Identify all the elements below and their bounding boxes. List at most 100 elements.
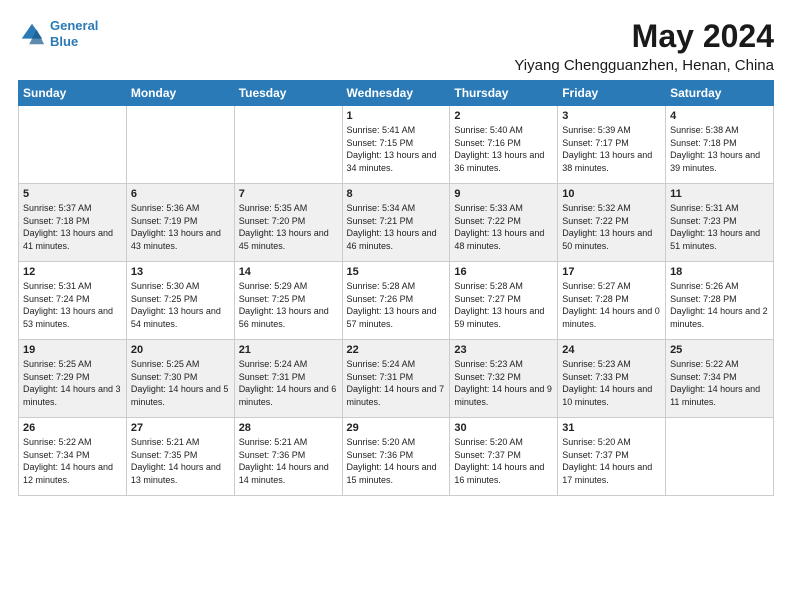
calendar-cell: 17 Sunrise: 5:27 AM Sunset: 7:28 PM Dayli…: [558, 262, 666, 340]
day-number: 26: [23, 422, 122, 434]
calendar-cell: 3Sunrise: 5:39 AM Sunset: 7:17 PM Daylig…: [558, 106, 666, 184]
col-wednesday: Wednesday: [342, 81, 450, 106]
header-row: Sunday Monday Tuesday Wednesday Thursday…: [19, 81, 774, 106]
day-number: 25: [670, 344, 769, 356]
day-number: 1: [347, 110, 446, 122]
cell-info: Sunrise: 5:21 AM Sunset: 7:36 PM Dayligh…: [239, 436, 338, 486]
title-area: May 2024 Yiyang Chengguanzhen, Henan, Ch…: [514, 18, 774, 74]
calendar-cell: 23 Sunrise: 5:23 AM Sunset: 7:32 PM Dayli…: [450, 340, 558, 418]
cell-info: Sunrise: 5:32 AM Sunset: 7:22 PM Dayligh…: [562, 202, 661, 252]
logo-icon: [18, 20, 46, 48]
calendar-cell: 27Sunrise: 5:21 AM Sunset: 7:35 PM Dayli…: [126, 418, 234, 496]
calendar-cell: 7Sunrise: 5:35 AM Sunset: 7:20 PM Daylig…: [234, 184, 342, 262]
cell-info: Sunrise: 5:33 AM Sunset: 7:22 PM Dayligh…: [454, 202, 553, 252]
calendar-cell: 4Sunrise: 5:38 AM Sunset: 7:18 PM Daylig…: [666, 106, 774, 184]
calendar-cell: 10 Sunrise: 5:32 AM Sunset: 7:22 PM Dayli…: [558, 184, 666, 262]
calendar-cell: 18 Sunrise: 5:26 AM Sunset: 7:28 PM Dayli…: [666, 262, 774, 340]
col-sunday: Sunday: [19, 81, 127, 106]
col-monday: Monday: [126, 81, 234, 106]
logo-text: General Blue: [50, 18, 98, 49]
calendar-cell: 5 Sunrise: 5:37 AM Sunset: 7:18 PM Daylig…: [19, 184, 127, 262]
calendar-cell: 12 Sunrise: 5:31 AM Sunset: 7:24 PM Dayli…: [19, 262, 127, 340]
cell-info: Sunrise: 5:34 AM Sunset: 7:21 PM Dayligh…: [347, 202, 446, 252]
week-row-3: 12 Sunrise: 5:31 AM Sunset: 7:24 PM Dayli…: [19, 262, 774, 340]
calendar-cell: 30 Sunrise: 5:20 AM Sunset: 7:37 PM Dayli…: [450, 418, 558, 496]
calendar-cell: 15 Sunrise: 5:28 AM Sunset: 7:26 PM Dayli…: [342, 262, 450, 340]
calendar-cell: 14 Sunrise: 5:29 AM Sunset: 7:25 PM Dayli…: [234, 262, 342, 340]
cell-info: Sunrise: 5:36 AM Sunset: 7:19 PM Dayligh…: [131, 202, 230, 252]
calendar-cell: 6 Sunrise: 5:36 AM Sunset: 7:19 PM Daylig…: [126, 184, 234, 262]
subtitle: Yiyang Chengguanzhen, Henan, China: [514, 57, 774, 74]
calendar-cell: 24Sunrise: 5:23 AM Sunset: 7:33 PM Dayli…: [558, 340, 666, 418]
calendar-cell: 22Sunrise: 5:24 AM Sunset: 7:31 PM Dayli…: [342, 340, 450, 418]
col-saturday: Saturday: [666, 81, 774, 106]
logo-line1: General: [50, 18, 98, 33]
logo-line2: Blue: [50, 34, 78, 49]
day-number: 16: [454, 266, 553, 278]
calendar-cell: 19Sunrise: 5:25 AM Sunset: 7:29 PM Dayli…: [19, 340, 127, 418]
day-number: 2: [454, 110, 553, 122]
week-row-4: 19Sunrise: 5:25 AM Sunset: 7:29 PM Dayli…: [19, 340, 774, 418]
col-tuesday: Tuesday: [234, 81, 342, 106]
cell-info: Sunrise: 5:31 AM Sunset: 7:24 PM Dayligh…: [23, 280, 122, 330]
calendar-cell: 16 Sunrise: 5:28 AM Sunset: 7:27 PM Dayli…: [450, 262, 558, 340]
calendar-cell: 25Sunrise: 5:22 AM Sunset: 7:34 PM Dayli…: [666, 340, 774, 418]
calendar-cell: 20Sunrise: 5:25 AM Sunset: 7:30 PM Dayli…: [126, 340, 234, 418]
day-number: 10: [562, 188, 661, 200]
day-number: 17: [562, 266, 661, 278]
calendar-cell: [666, 418, 774, 496]
cell-info: Sunrise: 5:29 AM Sunset: 7:25 PM Dayligh…: [239, 280, 338, 330]
day-number: 28: [239, 422, 338, 434]
day-number: 22: [347, 344, 446, 356]
day-number: 6: [131, 188, 230, 200]
cell-info: Sunrise: 5:21 AM Sunset: 7:35 PM Dayligh…: [131, 436, 230, 486]
cell-info: Sunrise: 5:37 AM Sunset: 7:18 PM Dayligh…: [23, 202, 122, 252]
day-number: 29: [347, 422, 446, 434]
calendar-cell: 1 Sunrise: 5:41 AM Sunset: 7:15 PM Daylig…: [342, 106, 450, 184]
calendar-cell: 8 Sunrise: 5:34 AM Sunset: 7:21 PM Daylig…: [342, 184, 450, 262]
cell-info: Sunrise: 5:23 AM Sunset: 7:32 PM Dayligh…: [454, 358, 553, 408]
day-number: 31: [562, 422, 661, 434]
cell-info: Sunrise: 5:41 AM Sunset: 7:15 PM Dayligh…: [347, 124, 446, 174]
calendar-cell: 28 Sunrise: 5:21 AM Sunset: 7:36 PM Dayli…: [234, 418, 342, 496]
day-number: 12: [23, 266, 122, 278]
cell-info: Sunrise: 5:31 AM Sunset: 7:23 PM Dayligh…: [670, 202, 769, 252]
cell-info: Sunrise: 5:26 AM Sunset: 7:28 PM Dayligh…: [670, 280, 769, 330]
cell-info: Sunrise: 5:24 AM Sunset: 7:31 PM Dayligh…: [239, 358, 338, 408]
day-number: 7: [239, 188, 338, 200]
cell-info: Sunrise: 5:22 AM Sunset: 7:34 PM Dayligh…: [23, 436, 122, 486]
main-title: May 2024: [514, 18, 774, 55]
day-number: 8: [347, 188, 446, 200]
day-number: 30: [454, 422, 553, 434]
day-number: 20: [131, 344, 230, 356]
cell-info: Sunrise: 5:20 AM Sunset: 7:37 PM Dayligh…: [562, 436, 661, 486]
week-row-2: 5 Sunrise: 5:37 AM Sunset: 7:18 PM Daylig…: [19, 184, 774, 262]
calendar-body: 1 Sunrise: 5:41 AM Sunset: 7:15 PM Daylig…: [19, 106, 774, 496]
calendar-cell: 11Sunrise: 5:31 AM Sunset: 7:23 PM Dayli…: [666, 184, 774, 262]
cell-info: Sunrise: 5:28 AM Sunset: 7:26 PM Dayligh…: [347, 280, 446, 330]
calendar-cell: [126, 106, 234, 184]
day-number: 13: [131, 266, 230, 278]
day-number: 18: [670, 266, 769, 278]
calendar-cell: 13Sunrise: 5:30 AM Sunset: 7:25 PM Dayli…: [126, 262, 234, 340]
day-number: 15: [347, 266, 446, 278]
week-row-1: 1 Sunrise: 5:41 AM Sunset: 7:15 PM Daylig…: [19, 106, 774, 184]
day-number: 5: [23, 188, 122, 200]
cell-info: Sunrise: 5:27 AM Sunset: 7:28 PM Dayligh…: [562, 280, 661, 330]
header: General Blue May 2024 Yiyang Chengguanzh…: [18, 18, 774, 74]
day-number: 21: [239, 344, 338, 356]
calendar-cell: 2Sunrise: 5:40 AM Sunset: 7:16 PM Daylig…: [450, 106, 558, 184]
page: General Blue May 2024 Yiyang Chengguanzh…: [0, 0, 792, 612]
day-number: 23: [454, 344, 553, 356]
col-thursday: Thursday: [450, 81, 558, 106]
cell-info: Sunrise: 5:20 AM Sunset: 7:36 PM Dayligh…: [347, 436, 446, 486]
cell-info: Sunrise: 5:28 AM Sunset: 7:27 PM Dayligh…: [454, 280, 553, 330]
col-friday: Friday: [558, 81, 666, 106]
cell-info: Sunrise: 5:20 AM Sunset: 7:37 PM Dayligh…: [454, 436, 553, 486]
day-number: 14: [239, 266, 338, 278]
day-number: 9: [454, 188, 553, 200]
day-number: 4: [670, 110, 769, 122]
calendar-table: Sunday Monday Tuesday Wednesday Thursday…: [18, 80, 774, 496]
calendar-cell: 31 Sunrise: 5:20 AM Sunset: 7:37 PM Dayli…: [558, 418, 666, 496]
calendar-cell: 26 Sunrise: 5:22 AM Sunset: 7:34 PM Dayli…: [19, 418, 127, 496]
